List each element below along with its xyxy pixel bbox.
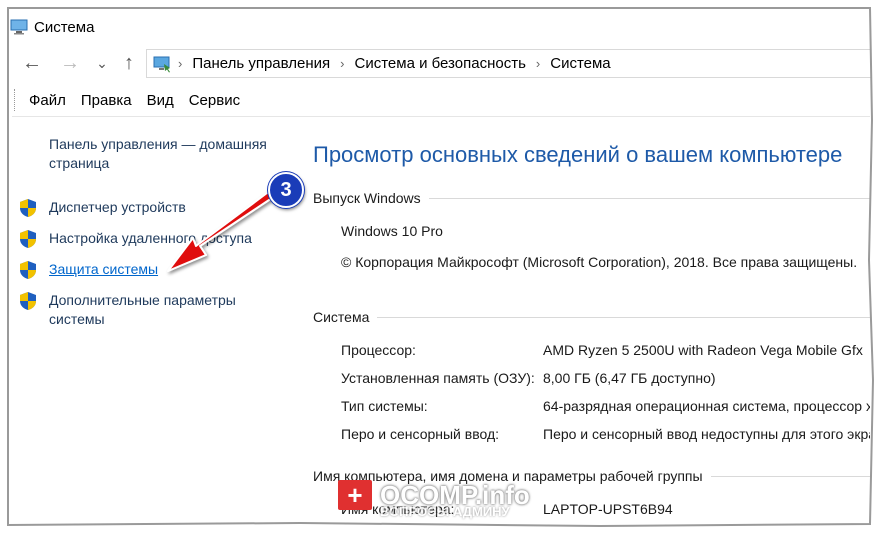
computer-name-value: LAPTOP-UPST6B94 [543,501,673,517]
sidebar-item-label: Диспетчер устройств [49,199,186,215]
breadcrumb-system[interactable]: Система [550,55,610,72]
sidebar-item-label: Защита системы [49,261,159,277]
pen-touch-label: Перо и сенсорный ввод: [341,426,500,442]
sidebar-item-label: Дополнительные параметры системы [49,292,236,327]
shield-icon [20,199,36,217]
system-type-value: 64-разрядная операционная система, проце… [543,398,870,414]
menu-edit[interactable]: Правка [81,92,132,109]
breadcrumb-control-panel[interactable]: Панель управления [192,55,330,72]
shield-icon [20,261,36,279]
breadcrumb-separator: › [535,56,541,71]
shield-icon [20,230,36,248]
back-button[interactable]: ← [20,50,44,76]
windows-edition: Windows 10 Pro [341,223,443,239]
processor-value: AMD Ryzen 5 2500U with Radeon Vega Mobil… [543,342,863,358]
section-divider [377,316,870,318]
control-panel-home-link[interactable]: Панель управления — домашняя страница [49,135,289,173]
menu-grip [14,89,17,111]
forward-button[interactable]: → [58,50,82,76]
menu-divider [12,116,870,117]
windows-edition-section: Выпуск Windows [313,190,870,206]
sidebar-item-remote-access[interactable]: Настройка удаленного доступа [18,229,252,249]
system-type-label: Тип системы: [341,398,428,414]
breadcrumb-security[interactable]: Система и безопасность [355,55,526,72]
menu-bar: Файл Правка Вид Сервис [14,86,255,114]
shield-icon [20,292,36,310]
title-bar: Система [10,12,94,42]
sidebar-item-advanced-settings[interactable]: Дополнительные параметры системы [18,291,268,329]
control-panel-icon [153,56,170,72]
system-section: Система [313,309,870,325]
section-divider [710,475,870,477]
step-badge: 3 [268,172,304,208]
address-bar[interactable]: › Панель управления › Система и безопасн… [146,49,872,78]
pen-touch-value: Перо и сенсорный ввод недоступны для это… [543,426,870,442]
sidebar-item-device-manager[interactable]: Диспетчер устройств [18,198,186,218]
watermark: + OCOMP.info ВОПРОСЫ АДМИНУ [338,478,530,519]
computer-icon [10,19,28,35]
sidebar-item-label: Настройка удаленного доступа [49,230,252,246]
up-button[interactable]: ↑ [117,50,141,76]
copyright-text: © Корпорация Майкрософт (Microsoft Corpo… [341,254,858,270]
watermark-tagline: ВОПРОСЫ АДМИНУ [380,504,510,519]
page-title: Просмотр основных сведений о вашем компь… [313,142,843,167]
section-heading: Система [313,309,370,325]
system-window: Система ← → ⌄ ↑ › Панель управления › Си… [0,0,880,533]
window-title: Система [34,18,95,36]
breadcrumb-separator: › [340,56,345,71]
section-heading: Выпуск Windows [313,190,421,206]
processor-label: Процессор: [341,342,416,358]
sidebar-item-system-protection[interactable]: Защита системы [18,260,158,280]
menu-file[interactable]: Файл [29,92,66,109]
menu-view[interactable]: Вид [147,92,174,109]
breadcrumb-separator: › [178,56,183,71]
section-divider [428,197,870,199]
menu-tools[interactable]: Сервис [189,92,240,109]
memory-value: 8,00 ГБ (6,47 ГБ доступно) [543,370,716,386]
watermark-plus: + [338,480,372,510]
recent-locations-button[interactable]: ⌄ [90,50,114,76]
memory-label: Установленная память (ОЗУ): [341,370,535,386]
